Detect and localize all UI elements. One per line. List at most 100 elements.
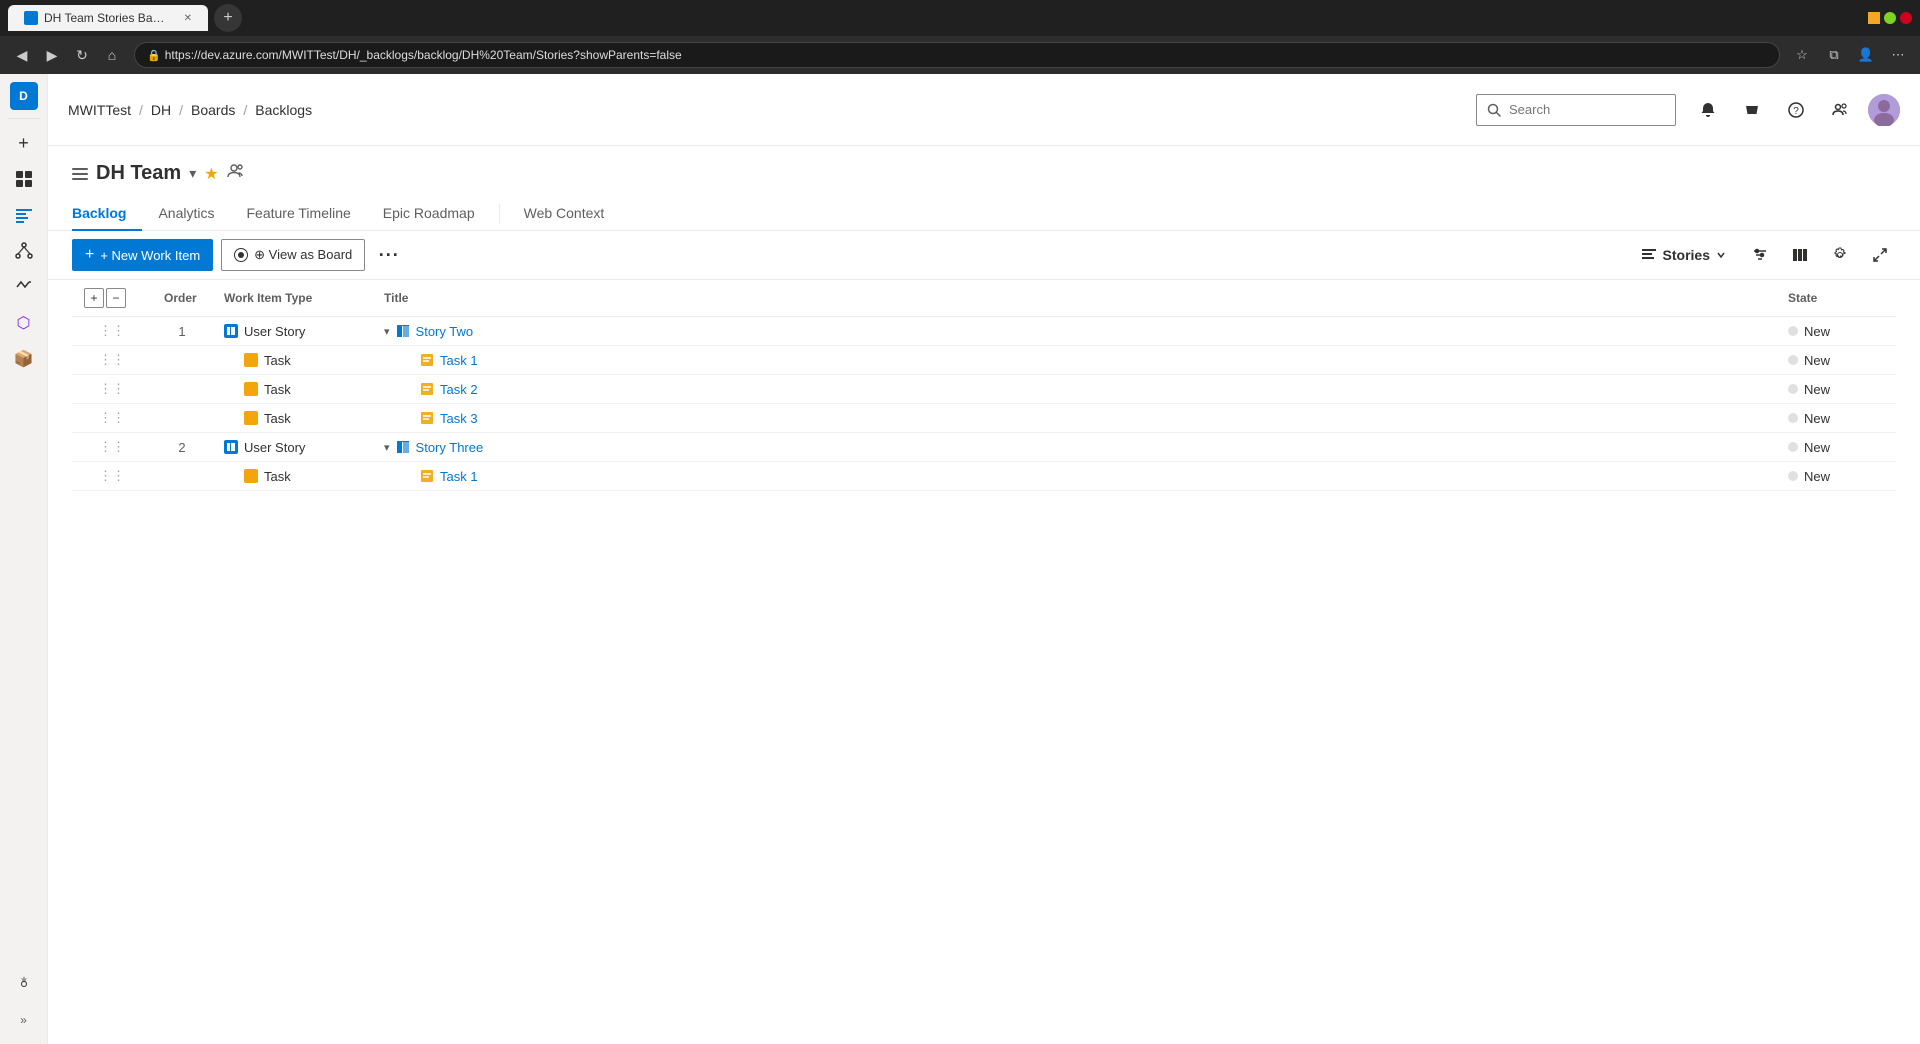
sidebar-expand-icon[interactable]: » xyxy=(8,1004,40,1036)
child-state-cell: New xyxy=(1776,375,1896,404)
child-state-label: New xyxy=(1804,411,1830,426)
table-row: ⋮⋮ 1 User Story ▾ Story Two xyxy=(72,317,1896,346)
child-type-label: Task xyxy=(264,411,291,426)
sidebar-org-avatar[interactable]: D xyxy=(10,82,38,110)
home-button[interactable]: ⌂ xyxy=(98,41,126,69)
table-header-row: + − Order Work Item Type Title State xyxy=(72,280,1896,317)
view-as-board-label: ⊕ View as Board xyxy=(254,247,352,263)
tab-close-icon[interactable]: ✕ xyxy=(184,13,192,24)
row-title-text[interactable]: Story Two xyxy=(416,324,474,339)
stories-list-icon xyxy=(1641,247,1657,263)
child-state-cell: New xyxy=(1776,404,1896,433)
refresh-button[interactable]: ↻ xyxy=(68,41,96,69)
forward-button[interactable]: ▶ xyxy=(38,41,66,69)
expand-row-icon[interactable]: ▾ xyxy=(384,441,390,454)
tab-backlog[interactable]: Backlog xyxy=(72,197,142,231)
user-story-type-icon xyxy=(224,324,238,338)
search-input[interactable] xyxy=(1509,102,1659,117)
user-avatar[interactable] xyxy=(1868,94,1900,126)
collapse-all-button[interactable]: − xyxy=(106,288,126,308)
tab-web-context[interactable]: Web Context xyxy=(508,197,621,231)
state-label: New xyxy=(1804,324,1830,339)
extensions-button[interactable]: ⧉ xyxy=(1820,41,1848,69)
tab-analytics[interactable]: Analytics xyxy=(142,197,230,231)
back-button[interactable]: ◀ xyxy=(8,41,36,69)
sidebar-pipelines-icon[interactable] xyxy=(8,271,40,303)
basket-button[interactable] xyxy=(1736,94,1768,126)
breadcrumb-boards[interactable]: Boards xyxy=(191,102,235,118)
new-tab-button[interactable]: + xyxy=(214,4,242,32)
child-title-text[interactable]: Task 1 xyxy=(440,469,478,484)
child-title-cell: Task 2 xyxy=(372,375,1776,404)
user-profile-button[interactable]: 👤 xyxy=(1852,41,1880,69)
child-title-text[interactable]: Task 1 xyxy=(440,353,478,368)
hamburger-menu-icon[interactable] xyxy=(72,168,88,180)
sidebar-work-items-icon[interactable] xyxy=(8,199,40,231)
team-members-icon[interactable] xyxy=(227,162,245,185)
sidebar-repos-icon[interactable] xyxy=(8,235,40,267)
team-favorite-star-icon[interactable]: ★ xyxy=(204,164,218,184)
child-state-indicator xyxy=(1788,413,1798,423)
expand-row-icon[interactable]: ▾ xyxy=(384,325,390,338)
child-title-text[interactable]: Task 3 xyxy=(440,411,478,426)
child-state-label: New xyxy=(1804,382,1830,397)
row-drag-handle[interactable]: ⋮⋮ xyxy=(72,433,152,462)
story-icon xyxy=(396,440,410,454)
sidebar-settings-icon[interactable] xyxy=(8,968,40,1000)
notifications-button[interactable] xyxy=(1692,94,1724,126)
row-order: 2 xyxy=(152,433,212,462)
breadcrumb-sep-1: / xyxy=(139,102,143,118)
search-box[interactable] xyxy=(1476,94,1676,126)
close-button[interactable] xyxy=(1900,12,1912,24)
row-title-text[interactable]: Story Three xyxy=(416,440,484,455)
breadcrumb-project[interactable]: DH xyxy=(151,102,171,118)
row-drag-handle[interactable]: ⋮⋮ xyxy=(72,317,152,346)
task-type-icon xyxy=(244,411,258,425)
team-dropdown-chevron-icon[interactable]: ▾ xyxy=(189,165,196,182)
sidebar-artifacts-icon[interactable]: 📦 xyxy=(8,343,40,375)
tab-epic-roadmap[interactable]: Epic Roadmap xyxy=(367,197,491,231)
app-sidebar: D + ⬡ 📦 » xyxy=(0,74,48,1044)
top-header: MWITTest / DH / Boards / Backlogs xyxy=(48,74,1920,146)
child-type: Task xyxy=(212,346,372,375)
row-type-label: User Story xyxy=(244,324,305,339)
child-order xyxy=(152,375,212,404)
child-drag-handle[interactable]: ⋮⋮ xyxy=(72,462,152,491)
child-drag-handle[interactable]: ⋮⋮ xyxy=(72,346,152,375)
row-type: User Story xyxy=(212,317,372,346)
expand-all-button[interactable]: + xyxy=(84,288,104,308)
filter-options-button[interactable] xyxy=(1744,239,1776,271)
view-as-board-circle-icon xyxy=(234,248,248,262)
help-button[interactable]: ? xyxy=(1780,94,1812,126)
people-button[interactable] xyxy=(1824,94,1856,126)
tab-divider xyxy=(499,204,500,224)
child-drag-handle[interactable]: ⋮⋮ xyxy=(72,375,152,404)
browser-chrome: DH Team Stories Backlog - Boar... ✕ + xyxy=(0,0,1920,36)
breadcrumb-org[interactable]: MWITTest xyxy=(68,102,131,118)
minimize-button[interactable] xyxy=(1868,12,1880,24)
stories-dropdown[interactable]: Stories xyxy=(1631,241,1736,269)
sidebar-testplans-icon[interactable]: ⬡ xyxy=(8,307,40,339)
child-type-label: Task xyxy=(264,382,291,397)
expand-view-button[interactable] xyxy=(1864,239,1896,271)
column-options-button[interactable] xyxy=(1784,239,1816,271)
sidebar-boards-home-icon[interactable] xyxy=(8,163,40,195)
sidebar-add-icon[interactable]: + xyxy=(8,127,40,159)
browser-menu-button[interactable]: ⋯ xyxy=(1884,41,1912,69)
child-drag-handle[interactable]: ⋮⋮ xyxy=(72,404,152,433)
browser-tab[interactable]: DH Team Stories Backlog - Boar... ✕ xyxy=(8,5,208,31)
breadcrumb-backlogs[interactable]: Backlogs xyxy=(255,102,312,118)
row-state-cell: New xyxy=(1776,317,1896,346)
expand-icon xyxy=(1872,247,1888,263)
child-title-text[interactable]: Task 2 xyxy=(440,382,478,397)
star-page-button[interactable]: ☆ xyxy=(1788,41,1816,69)
new-work-item-button[interactable]: + + New Work Item xyxy=(72,239,213,271)
address-bar[interactable]: 🔒 https://dev.azure.com/MWITTest/DH/_bac… xyxy=(134,42,1780,68)
view-as-board-button[interactable]: ⊕ View as Board xyxy=(221,239,365,271)
tab-feature-timeline[interactable]: Feature Timeline xyxy=(231,197,367,231)
more-options-button[interactable]: ··· xyxy=(373,239,405,271)
settings-button[interactable] xyxy=(1824,239,1856,271)
child-state-label: New xyxy=(1804,469,1830,484)
restore-button[interactable] xyxy=(1884,12,1896,24)
tab-navigation: Backlog Analytics Feature Timeline Epic … xyxy=(48,197,1920,231)
